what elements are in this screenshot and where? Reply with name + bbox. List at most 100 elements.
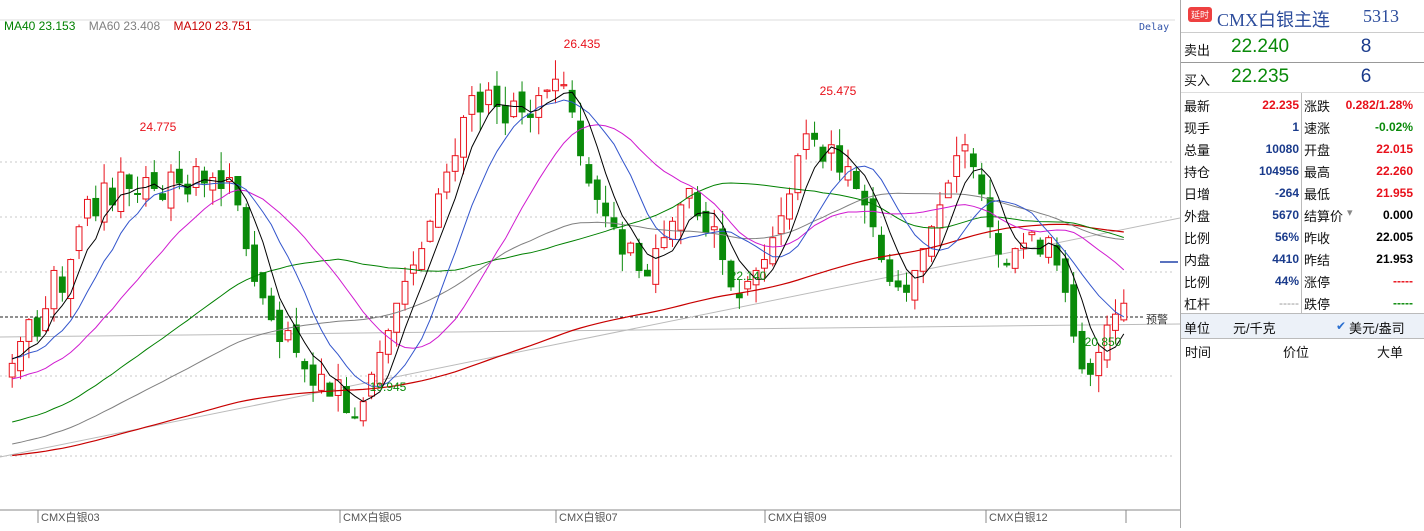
candle-down bbox=[134, 192, 141, 195]
candle-up bbox=[1028, 231, 1036, 236]
stat-value: 4410 bbox=[1272, 252, 1299, 266]
candle-down bbox=[259, 272, 267, 299]
stat-label: 日增 bbox=[1184, 187, 1211, 202]
candle-down bbox=[610, 217, 618, 228]
stat-label: 速涨 bbox=[1304, 121, 1331, 136]
candle-down bbox=[175, 168, 183, 184]
x-axis-label: CMX白银03 bbox=[41, 510, 100, 524]
candle-up bbox=[117, 171, 125, 213]
price-annotation: 20.850 bbox=[1085, 335, 1122, 349]
candle-down bbox=[33, 317, 41, 337]
stat-label: 最高 bbox=[1304, 165, 1331, 180]
candle-up bbox=[384, 330, 392, 355]
candle-up bbox=[652, 248, 660, 285]
candle-down bbox=[577, 120, 584, 157]
unit-value[interactable]: 元/千克 bbox=[1233, 318, 1276, 337]
chevron-down-icon[interactable]: ▾ bbox=[1347, 206, 1353, 219]
candle-up bbox=[802, 133, 810, 150]
candle-up bbox=[552, 78, 559, 92]
candle-up bbox=[42, 308, 50, 332]
candle-down bbox=[903, 284, 910, 293]
candle-down bbox=[58, 276, 66, 293]
candle-up bbox=[50, 269, 58, 310]
stat-value: ----- bbox=[1279, 296, 1299, 310]
quote-row: 持仓 104956 最高 22.260 bbox=[1181, 159, 1424, 181]
candle-down bbox=[184, 183, 192, 195]
candle-down bbox=[635, 242, 643, 271]
price-annotation: 24.775 bbox=[140, 120, 177, 134]
trade-tape-header: 时间 价位 大单 bbox=[1181, 339, 1424, 361]
ask-volume: 8 bbox=[1360, 36, 1372, 57]
ask-label: 卖出 bbox=[1184, 43, 1211, 58]
stat-label: 最低 bbox=[1304, 187, 1331, 202]
quote-row: 总量 10080 开盘 22.015 bbox=[1181, 137, 1424, 159]
candle-up bbox=[418, 248, 426, 270]
alert-line-label[interactable]: 预警 bbox=[1146, 311, 1168, 327]
x-axis-label: CMX白银09 bbox=[768, 510, 827, 524]
candle-up bbox=[318, 373, 325, 391]
candle-down bbox=[301, 361, 309, 370]
stat-label: 总量 bbox=[1184, 143, 1211, 158]
price-annotation: 19.945 bbox=[370, 380, 407, 394]
candle-up bbox=[660, 237, 668, 249]
quote-stats-grid: 最新 22.235 涨跌 0.282/1.28% 现手 1 速涨 -0.02% 总量 10080 开… bbox=[1181, 93, 1424, 314]
quote-row: 内盘 4410 昨结 21.953 bbox=[1181, 247, 1424, 269]
candle-down bbox=[811, 132, 818, 140]
stat-value: 22.235 bbox=[1262, 98, 1299, 112]
stat-label: 涨停 bbox=[1304, 275, 1331, 290]
candle-down bbox=[852, 170, 860, 189]
candle-up bbox=[844, 166, 852, 181]
candle-up bbox=[443, 171, 451, 193]
candle-down bbox=[735, 293, 743, 299]
quote-panel: 延时 CMX白银主连 5313 卖出 22.240 8 买入 22.235 6 … bbox=[1180, 0, 1424, 531]
candle-up bbox=[435, 193, 442, 228]
candle-down bbox=[702, 210, 710, 233]
x-axis-label: CMX白银07 bbox=[559, 510, 618, 524]
kline-chart[interactable]: 24.775 19.945 26.435 22.140 25.475 20.850 CMX白… bbox=[0, 0, 1180, 528]
ma40-line bbox=[12, 182, 1124, 423]
candle-down bbox=[518, 91, 526, 113]
stat-label: 涨跌 bbox=[1304, 99, 1331, 114]
candle-up bbox=[786, 193, 793, 220]
tape-time-header: 时间 bbox=[1185, 345, 1212, 360]
candle-down bbox=[501, 105, 509, 124]
candle-down bbox=[1070, 284, 1078, 337]
candle-down bbox=[969, 153, 977, 168]
candle-up bbox=[25, 319, 33, 342]
price-annotation: 22.140 bbox=[730, 269, 767, 283]
candle-down bbox=[643, 269, 651, 277]
candle-up bbox=[359, 401, 367, 422]
candle-down bbox=[109, 187, 116, 206]
candle-up bbox=[911, 269, 919, 301]
candle-down bbox=[978, 174, 986, 195]
candle-down bbox=[1061, 258, 1069, 293]
candle-up bbox=[769, 237, 777, 265]
candle-down bbox=[886, 259, 894, 282]
stat-value: 1 bbox=[1292, 120, 1299, 134]
stat-value: ----- bbox=[1393, 296, 1413, 310]
stat-value: 56% bbox=[1274, 230, 1299, 244]
candle-down bbox=[267, 295, 275, 321]
candle-up bbox=[777, 215, 785, 235]
stat-value: 22.260 bbox=[1376, 164, 1413, 178]
candle-up bbox=[1120, 302, 1128, 321]
trade-tape-list[interactable] bbox=[1181, 361, 1424, 531]
kline-chart-canvas[interactable]: 24.775 19.945 26.435 22.140 25.475 20.850 CMX白… bbox=[0, 0, 1180, 528]
candle-down bbox=[878, 234, 885, 261]
ma-legend: MA40 23.153 MA60 23.408 MA120 23.751 bbox=[4, 19, 262, 33]
candle-down bbox=[585, 164, 593, 184]
candle-down bbox=[351, 416, 359, 419]
stat-label: 比例 bbox=[1184, 231, 1211, 246]
stat-label: 外盘 bbox=[1184, 209, 1211, 224]
checkmark-icon[interactable]: ✔ bbox=[1336, 319, 1346, 333]
candle-down bbox=[326, 382, 334, 397]
unit-option-usd-oz[interactable]: 美元/盎司 bbox=[1349, 318, 1405, 337]
quote-row: 杠杆 ----- 跌停 ----- bbox=[1181, 291, 1424, 313]
quote-row: 日增 -264 最低 21.955 bbox=[1181, 181, 1424, 203]
candle-down bbox=[125, 174, 133, 189]
stat-label: 昨收 bbox=[1304, 231, 1331, 246]
bid-label: 买入 bbox=[1184, 73, 1211, 88]
candle-up bbox=[919, 248, 927, 272]
candle-up bbox=[83, 198, 91, 219]
candle-up bbox=[543, 89, 551, 92]
